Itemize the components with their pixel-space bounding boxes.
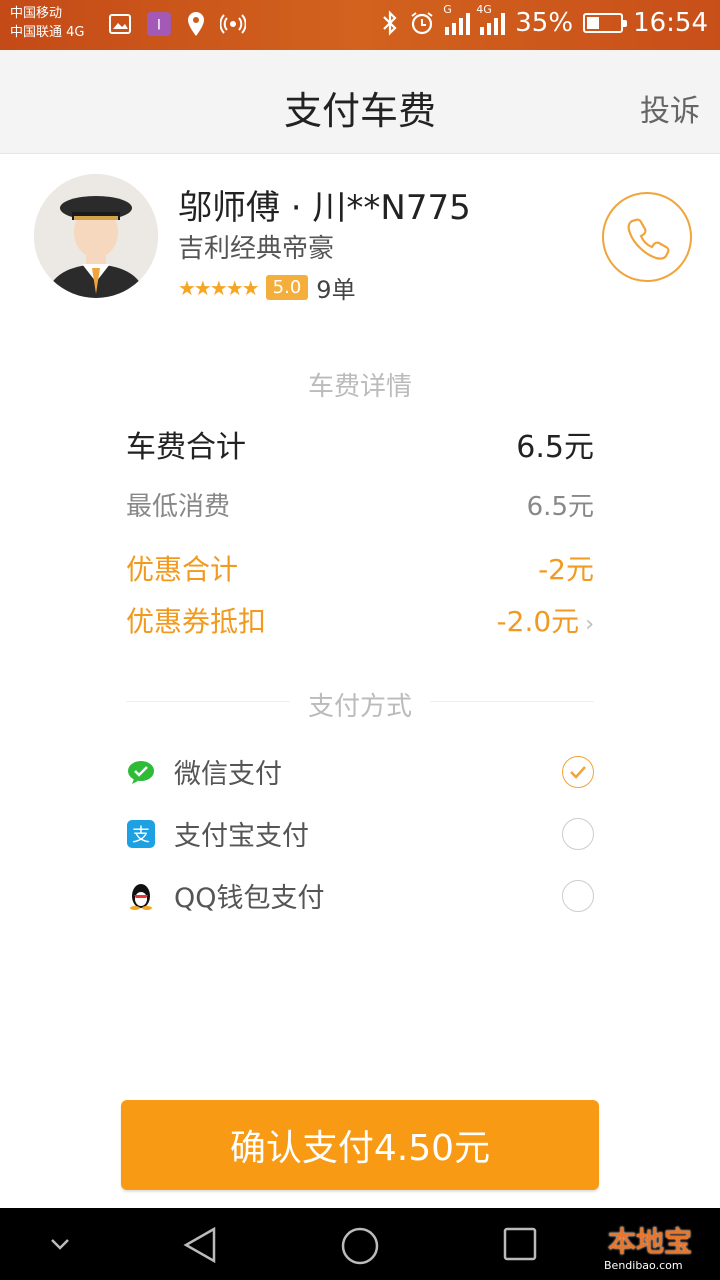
svg-text:支: 支 (132, 825, 150, 846)
battery-percent: 35% (515, 8, 574, 38)
watermark-url: Bendibao.com (604, 1259, 683, 1272)
fare-total-label: 车费合计 (126, 430, 246, 465)
rating-score: 5.0 (265, 275, 309, 300)
app-icon: I (147, 12, 171, 36)
driver-avatar (34, 174, 158, 298)
alarm-icon (411, 12, 433, 35)
driver-name: 邬师傅 · 川**N775 (178, 188, 471, 228)
complain-button[interactable]: 投诉 (640, 86, 700, 130)
fare-total-row: 车费合计 6.5元 (126, 422, 594, 466)
driver-rating: ★★★★★ 5.0 9单 (178, 270, 356, 305)
payment-radio[interactable] (562, 879, 594, 912)
carrier-1: 中国移动 (10, 6, 63, 21)
fare-total-value: 6.5元 (516, 430, 594, 465)
chevron-down-icon[interactable] (48, 1236, 72, 1252)
rating-stars: ★★★★★ (178, 275, 260, 300)
location-icon (188, 12, 204, 36)
svg-text:I: I (157, 17, 161, 33)
discount-label: 优惠合计 (126, 553, 239, 586)
discount-value: -2元 (538, 553, 594, 586)
payment-section-label: 支付方式 (289, 692, 430, 722)
payment-section-title: 支付方式 (0, 686, 720, 723)
order-count: 9单 (316, 276, 356, 304)
header: 支付车费 投诉 (0, 50, 720, 154)
recents-icon[interactable] (502, 1226, 538, 1262)
bluetooth-icon (383, 10, 397, 36)
confirm-payment-button[interactable]: 确认支付4.50元 (121, 1100, 599, 1190)
page-title: 支付车费 (283, 89, 436, 133)
payment-option-qq[interactable]: QQ钱包支付 (126, 876, 594, 915)
min-fare-value: 6.5元 (526, 492, 594, 522)
clock: 16:54 (633, 8, 708, 38)
coupon-value-wrap: -2.0元 › (497, 600, 594, 640)
payment-option-label: 微信支付 (174, 759, 282, 790)
payment-option-alipay[interactable]: 支 支付宝支付 (126, 814, 594, 853)
system-status: G 4G 35% 16:54 (381, 3, 708, 38)
discount-row: 优惠合计 -2元 (126, 548, 594, 588)
image-icon (109, 14, 131, 34)
alipay-icon: 支 (126, 819, 156, 849)
hotspot-icon (220, 14, 246, 34)
carrier-info: 中国移动 中国联通 4G (10, 4, 84, 42)
watermark-text: 本地宝 (608, 1225, 693, 1258)
payment-radio-checked[interactable] (562, 755, 594, 788)
chevron-right-icon: › (585, 612, 594, 637)
call-driver-button[interactable] (602, 192, 692, 282)
driver-card: 邬师傅 · 川**N775 吉利经典帝豪 ★★★★★ 5.0 9单 (0, 154, 720, 324)
payment-option-wechat[interactable]: 微信支付 (126, 752, 594, 791)
payment-option-label: QQ钱包支付 (174, 883, 325, 914)
system-nav-bar: 本地宝 Bendibao.com (0, 1208, 720, 1280)
min-fare-row: 最低消费 6.5元 (126, 486, 594, 523)
watermark-logo: 本地宝 Bendibao.com (602, 1216, 710, 1274)
signal-1: G (443, 3, 471, 35)
battery-icon (583, 13, 628, 33)
driver-avatar-icon (34, 174, 158, 298)
car-model: 吉利经典帝豪 (178, 234, 335, 264)
wechat-icon (126, 757, 156, 787)
phone-icon (627, 218, 670, 260)
carrier-2: 中国联通 4G (10, 25, 85, 40)
coupon-value: -2.0元 (496, 605, 580, 638)
signal-2: 4G (476, 3, 506, 35)
payment-radio[interactable] (562, 817, 594, 850)
home-icon[interactable] (340, 1226, 380, 1266)
notification-icons: I (108, 11, 246, 37)
coupon-row[interactable]: 优惠券抵扣 -2.0元 › (126, 600, 594, 640)
network-2-label: 4G (476, 3, 492, 16)
checkmark-icon (570, 765, 586, 779)
payment-option-label: 支付宝支付 (174, 821, 309, 852)
fare-section-title: 车费详情 (307, 372, 412, 402)
min-fare-label: 最低消费 (126, 492, 231, 522)
coupon-label: 优惠券抵扣 (126, 605, 267, 638)
status-bar: 中国移动 中国联通 4G I G 4G 35% 16:54 (0, 0, 720, 50)
qq-icon (126, 881, 156, 911)
network-1-label: G (443, 3, 452, 16)
back-icon[interactable] (182, 1226, 218, 1264)
